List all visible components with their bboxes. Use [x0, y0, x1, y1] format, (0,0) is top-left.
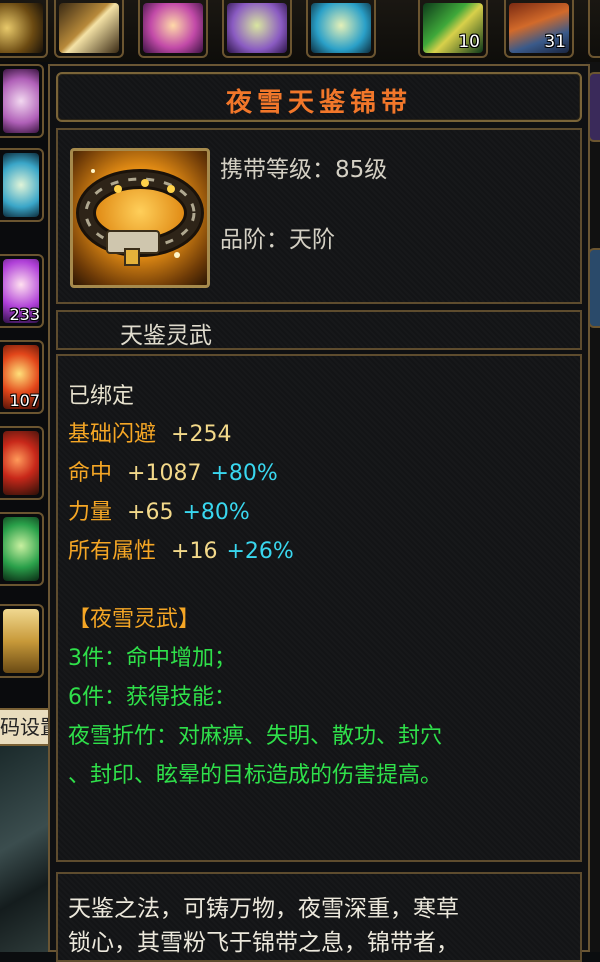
carry-level: 携带等级：85级: [220, 157, 388, 183]
stack-count: 107: [9, 391, 40, 410]
series-name: 天鉴灵武: [120, 323, 212, 349]
set-bonus-line: 6件：获得技能：: [68, 685, 236, 710]
stat-bonus: +26%: [226, 539, 294, 564]
stack-count: 31: [544, 32, 566, 52]
leaf-spirit-icon: [227, 3, 287, 53]
item-description: 天鉴之法，可铸万物，夜雪深重，寒草 锁心，其雪粉飞于锦带之息，锦带者，: [68, 892, 574, 960]
stat-label: 力量: [68, 500, 113, 525]
set-bonus-line: 、封印、眩晕的目标造成的伤害提高。: [68, 763, 443, 788]
stat-value: +65: [127, 500, 174, 525]
spirit-icon: [3, 69, 39, 133]
hotbar-slot-4[interactable]: [222, 0, 292, 58]
stat-label: 命中: [68, 461, 113, 486]
description-line: 天鉴之法，可铸万物，夜雪深重，寒草: [68, 896, 459, 922]
left-slot-4[interactable]: 107: [0, 340, 44, 414]
left-slot-6[interactable]: [0, 512, 44, 586]
stat-value: +16: [171, 539, 218, 564]
scene-background: [0, 746, 50, 952]
sword-icon: [59, 3, 119, 53]
item-tooltip: 夜雪天鉴锦带 携带等级：85级 品阶：天阶 天鉴灵武 已绑定 基础闪避 +254…: [48, 64, 590, 962]
stat-value: +1087: [127, 461, 202, 486]
stat-row: 命中 +1087 +80%: [68, 455, 278, 487]
chest-icon: [3, 609, 39, 673]
cat-icon: [3, 153, 39, 217]
stat-row: 所有属性 +16 +26%: [68, 533, 294, 565]
left-slot-3[interactable]: 233: [0, 254, 44, 328]
left-slot-7[interactable]: [0, 604, 44, 678]
set-bonus-line: 3件：命中增加；: [68, 646, 236, 671]
stat-value: +254: [171, 422, 232, 447]
stat-row: 基础闪避 +254: [68, 416, 231, 448]
stat-label: 所有属性: [68, 539, 157, 564]
stack-count: 10: [458, 32, 480, 52]
hotbar-slot-8[interactable]: [588, 0, 600, 58]
stat-bonus: +80%: [210, 461, 278, 486]
left-slot-1[interactable]: [0, 64, 44, 138]
item-name: 夜雪天鉴锦带: [225, 88, 412, 118]
hotbar-slot-2[interactable]: [54, 0, 124, 58]
stat-label: 基础闪避: [68, 422, 157, 447]
stat-bonus: +80%: [182, 500, 250, 525]
green-dragon-icon: [3, 517, 39, 581]
description-panel: 天鉴之法，可铸万物，夜雪深重，寒草 锁心，其雪粉飞于锦带之息，锦带者，: [56, 872, 582, 962]
hotbar-slot-1[interactable]: [0, 0, 48, 58]
set-name: 【夜雪灵武】: [68, 607, 201, 632]
hotbar-slot-7[interactable]: 31: [504, 0, 574, 58]
bound-status: 已绑定: [68, 384, 135, 409]
stat-row: 力量 +65 +80%: [68, 494, 250, 526]
orb-icon: [3, 431, 39, 495]
hotbar-slot-6[interactable]: 10: [418, 0, 488, 58]
set-bonus-line: 夜雪折竹：对麻痹、失明、散功、封穴: [68, 724, 443, 749]
description-line: 锁心，其雪粉飞于锦带之息，锦带者，: [68, 930, 459, 956]
settings-button[interactable]: 码设置: [0, 708, 48, 746]
ring-icon: [0, 3, 43, 53]
item-header: 携带等级：85级 品阶：天阶: [56, 128, 582, 304]
stack-count: 233: [9, 305, 40, 324]
hotbar-slot-5[interactable]: [306, 0, 376, 58]
stats-panel: 已绑定 基础闪避 +254 命中 +1087 +80% 力量 +65 +80% …: [56, 354, 582, 862]
top-hotbar: 10 31: [0, 0, 600, 62]
cat-spirit-icon: [311, 3, 371, 53]
title-bar: 夜雪天鉴锦带: [56, 72, 582, 122]
pet-girl-icon: [143, 3, 203, 53]
series-bar: 天鉴灵武: [56, 310, 582, 350]
hotbar-slot-3[interactable]: [138, 0, 208, 58]
belt-icon: [70, 148, 210, 288]
item-grade: 品阶：天阶: [220, 227, 335, 253]
left-slot-5[interactable]: [0, 426, 44, 500]
left-slot-2[interactable]: [0, 148, 44, 222]
